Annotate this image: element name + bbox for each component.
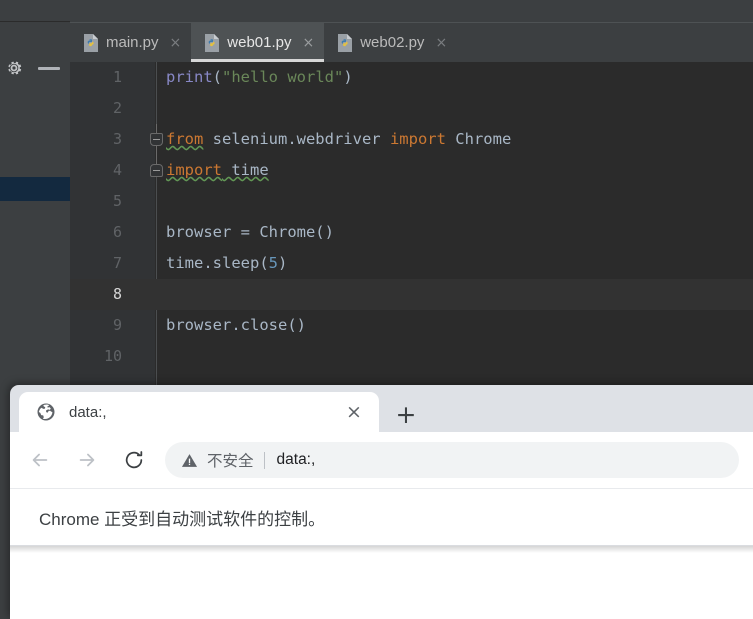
line-number: 1	[112, 68, 122, 86]
editor-tab-bar: main.py × web01.py × web02.py ×	[70, 22, 753, 62]
url-text[interactable]: data:,	[277, 451, 739, 469]
line-number: 2	[112, 99, 122, 117]
token-paren-close: )	[278, 254, 288, 272]
line-number: 4	[112, 161, 122, 179]
token-string: "hello world"	[222, 68, 344, 86]
token-name: time	[222, 161, 269, 179]
token-name: Chrome	[445, 130, 512, 148]
python-file-icon	[83, 33, 99, 52]
python-file-icon	[337, 33, 353, 52]
code-line-1[interactable]: 1 print("hello world")	[70, 62, 753, 93]
warning-triangle-icon	[181, 452, 198, 469]
gear-icon[interactable]	[4, 58, 24, 78]
new-tab-button[interactable]: +	[391, 399, 421, 429]
line-number: 10	[103, 347, 122, 365]
code-line-3[interactable]: 3 from selenium.webdriver import Chrome	[70, 124, 753, 155]
code-line-text: print("hello world")	[166, 62, 353, 93]
code-line-7[interactable]: 7 time.sleep(5)	[70, 248, 753, 279]
forward-button[interactable]	[70, 443, 104, 477]
ide-title-strip	[0, 0, 753, 23]
python-file-icon	[204, 33, 220, 52]
automation-infobar: Chrome 正受到自动测试软件的控制。	[10, 488, 753, 546]
editor-tab-label: web02.py	[360, 34, 425, 51]
token-call: time.sleep(	[166, 254, 269, 272]
chrome-page-viewport[interactable]	[10, 546, 753, 619]
screen: main.py × web01.py × web02.py × 1 print(…	[0, 0, 753, 619]
code-line-text: browser = Chrome()	[166, 223, 334, 241]
arrow-left-icon	[32, 453, 48, 467]
code-line-text: browser.close()	[166, 316, 306, 334]
infobar-shadow	[10, 546, 753, 553]
close-icon[interactable]: ×	[341, 399, 367, 425]
automation-infobar-message: Chrome 正受到自动测试软件的控制。	[39, 509, 326, 529]
code-line-text: from selenium.webdriver import Chrome	[166, 124, 511, 155]
chrome-tab-title: data:,	[69, 403, 107, 421]
line-number: 7	[112, 254, 122, 272]
close-icon[interactable]: ×	[302, 36, 314, 50]
chrome-toolbar: 不安全 data:,	[10, 432, 753, 488]
token-paren-open: (	[212, 68, 223, 86]
security-status-label: 不安全	[207, 453, 254, 470]
code-line-text: import time	[166, 155, 269, 186]
token-paren-close: )	[343, 68, 353, 86]
token-keyword-from: from	[166, 130, 204, 148]
line-number: 9	[112, 316, 122, 334]
close-icon[interactable]: ×	[170, 36, 182, 50]
omnibox-separator	[263, 451, 265, 469]
chrome-tab-strip: data:, × +	[10, 385, 753, 432]
arrow-right-icon	[79, 453, 95, 467]
reload-button[interactable]	[117, 443, 151, 477]
token-module: selenium.webdriver	[203, 130, 390, 148]
chrome-tab-data[interactable]: data:, ×	[19, 392, 379, 432]
fold-marker-icon[interactable]	[150, 133, 163, 146]
close-icon[interactable]: ×	[435, 36, 447, 50]
code-line-2[interactable]: 2	[70, 93, 753, 124]
code-line-6[interactable]: 6 browser = Chrome()	[70, 217, 753, 248]
ide-left-selected-band	[0, 177, 70, 201]
code-line-text: time.sleep(5)	[166, 248, 287, 279]
code-line-4[interactable]: 4 import time	[70, 155, 753, 186]
line-number: 3	[112, 130, 122, 148]
line-number: 8	[112, 285, 122, 303]
fold-marker-icon[interactable]	[150, 164, 163, 177]
code-line-5[interactable]: 5	[70, 186, 753, 217]
back-button[interactable]	[23, 443, 57, 477]
editor-tab-label: main.py	[106, 34, 159, 51]
token-keyword-import: import	[389, 130, 446, 148]
code-line-8[interactable]: 8	[70, 279, 753, 310]
line-number: 5	[112, 192, 122, 210]
token-function: print	[166, 68, 213, 86]
code-line-10[interactable]: 10	[70, 341, 753, 372]
editor-tab-web02-py[interactable]: web02.py ×	[324, 23, 457, 62]
chrome-browser-window[interactable]: data:, × + 不安全 data:, Chrome 正受到自动测试软件的控…	[10, 385, 753, 619]
editor-tab-web01-py[interactable]: web01.py ×	[191, 23, 325, 62]
code-line-9[interactable]: 9 browser.close()	[70, 310, 753, 341]
globe-icon	[36, 402, 56, 422]
editor-tab-main-py[interactable]: main.py ×	[70, 23, 191, 62]
token-number: 5	[268, 254, 278, 272]
minimize-icon[interactable]	[38, 67, 60, 70]
reload-icon	[125, 451, 143, 469]
token-keyword-import: import	[166, 161, 222, 179]
line-number: 6	[112, 223, 122, 241]
editor-tab-label: web01.py	[227, 34, 292, 51]
address-bar[interactable]: 不安全 data:,	[165, 442, 739, 478]
